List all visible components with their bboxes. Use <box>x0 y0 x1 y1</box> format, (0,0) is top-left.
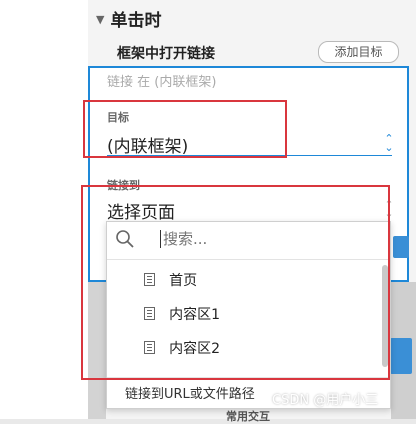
background-button <box>390 338 412 374</box>
section-title: 单击时 <box>110 11 162 31</box>
watermark: CSDN @用户小三 <box>272 393 379 408</box>
case-description: 链接 在 (内联框架) <box>107 75 217 90</box>
section-header-on-click[interactable]: ▼ 单击时 <box>96 6 161 31</box>
link-highlight-box <box>81 185 390 380</box>
canvas-area <box>0 0 88 419</box>
link-to-url-option[interactable]: 链接到URL或文件路径 <box>125 383 255 402</box>
common-interactions-label: 常用交互 <box>226 410 270 423</box>
collapse-triangle-icon[interactable]: ▼ <box>96 13 104 26</box>
add-target-button[interactable]: 添加目标 <box>318 41 399 63</box>
action-title: 框架中打开链接 <box>117 46 215 62</box>
target-highlight-box <box>83 100 287 158</box>
background-button-top <box>393 236 409 258</box>
chevron-updown-icon[interactable]: ⌃ ⌄ <box>383 133 395 153</box>
